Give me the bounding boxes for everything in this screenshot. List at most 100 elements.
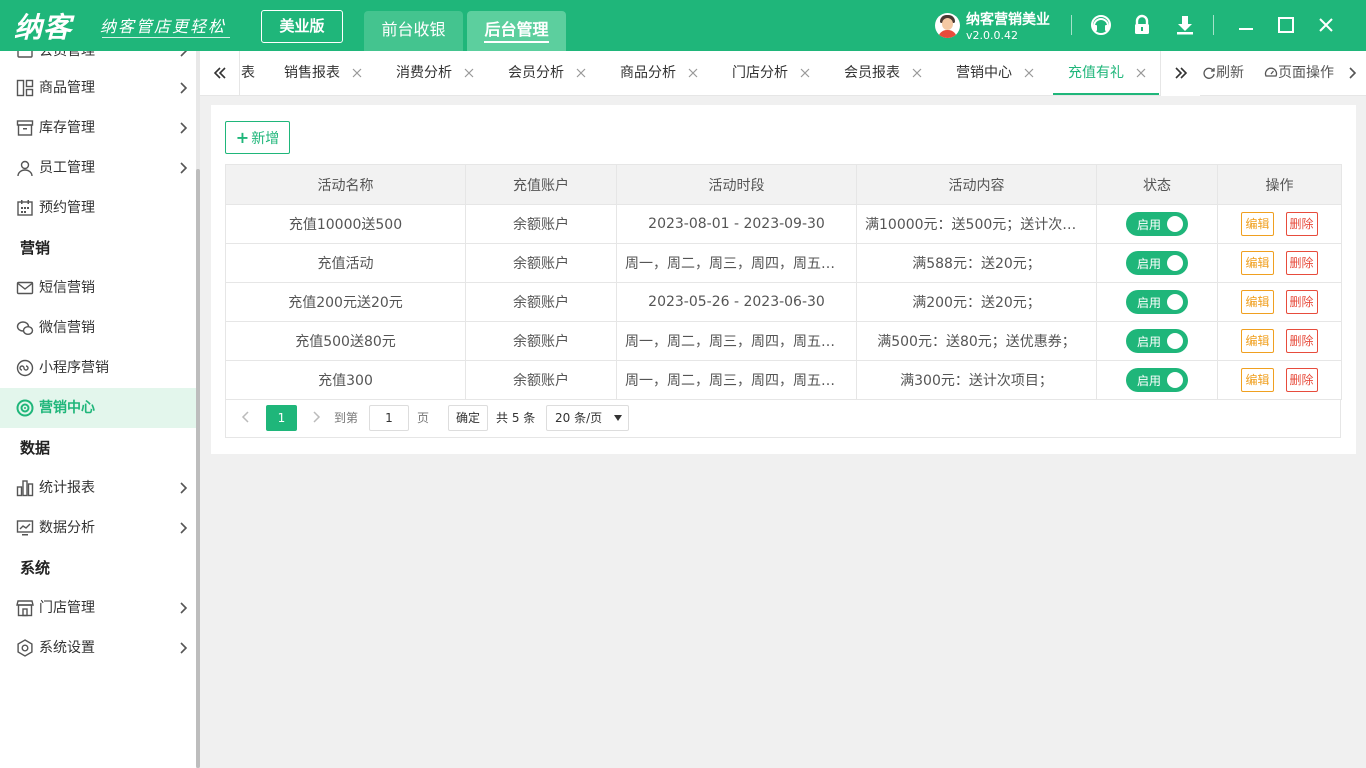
- sidebar-item-data-analysis[interactable]: 数据分析: [0, 508, 196, 548]
- actions-cell: 编辑 删除: [1217, 282, 1342, 322]
- settings-icon: [17, 639, 33, 657]
- status-cell: 启用: [1096, 282, 1218, 322]
- next-page-icon[interactable]: [308, 409, 324, 425]
- edit-button[interactable]: 编辑: [1241, 368, 1274, 392]
- tab-marketing-center[interactable]: 营销中心: [956, 51, 1034, 95]
- sidebar-item-label: 营销中心: [39, 400, 95, 416]
- edit-button[interactable]: 编辑: [1241, 251, 1274, 275]
- status-label: 启用: [1137, 296, 1162, 310]
- sidebar-item-label: 统计报表: [39, 480, 95, 496]
- tabs-scroll-left-button[interactable]: [200, 51, 240, 96]
- sidebar-section-system: 系统: [20, 559, 51, 577]
- nav-tab-front-cashier[interactable]: 前台收银: [364, 11, 463, 51]
- user-name[interactable]: 纳客营销美业: [966, 9, 1050, 29]
- page-tabs: 表 销售报表 消费分析 会员分析 商品分析 门店分析 会员报表 营销中心 充值有…: [200, 51, 1366, 96]
- recharge-account: 余额账户: [465, 360, 617, 400]
- download-icon[interactable]: [1174, 14, 1196, 36]
- nav-tab-backend[interactable]: 后台管理: [467, 11, 566, 51]
- status-toggle[interactable]: 启用: [1126, 212, 1188, 236]
- sidebar-item-wechat-marketing[interactable]: 微信营销: [0, 308, 196, 348]
- status-toggle[interactable]: 启用: [1126, 290, 1188, 314]
- close-tab-icon[interactable]: [1135, 67, 1147, 79]
- chevron-right-icon: [180, 122, 188, 134]
- add-button[interactable]: + 新增: [225, 121, 290, 154]
- toggle-knob: [1167, 333, 1183, 349]
- delete-button[interactable]: 删除: [1285, 368, 1318, 392]
- close-tab-icon[interactable]: [687, 67, 699, 79]
- table-row: 充值300 余额账户 周一，周二，周三，周四，周五，周六，周日 满300元：送计…: [225, 360, 1342, 400]
- sidebar-item-staff[interactable]: 员工管理: [0, 148, 196, 188]
- close-tab-icon[interactable]: [575, 67, 587, 79]
- sidebar-item-label: 员工管理: [39, 160, 95, 176]
- tab-store-analysis[interactable]: 门店分析: [732, 51, 810, 95]
- tab-member-report[interactable]: 会员报表: [844, 51, 922, 95]
- sidebar-item-stores[interactable]: 门店管理: [0, 588, 196, 628]
- activity-name: 充值活动: [225, 243, 466, 283]
- tab-member-analysis[interactable]: 会员分析: [508, 51, 586, 95]
- delete-button[interactable]: 删除: [1285, 212, 1318, 236]
- current-page-button[interactable]: 1: [266, 405, 297, 431]
- actions-cell: 编辑 删除: [1217, 243, 1342, 283]
- maximize-icon[interactable]: [1275, 14, 1297, 36]
- status-label: 启用: [1137, 218, 1162, 232]
- close-tab-icon[interactable]: [351, 67, 363, 79]
- tab-sales-report[interactable]: 销售报表: [284, 51, 362, 95]
- nav-tab-label: 前台收银: [381, 20, 446, 39]
- page-size-select[interactable]: 20 条/页: [546, 405, 629, 431]
- edit-button[interactable]: 编辑: [1241, 212, 1274, 236]
- sidebar-scrollbar[interactable]: [196, 51, 200, 768]
- goto-confirm-button[interactable]: 确定: [448, 405, 488, 431]
- sidebar-item-appointments[interactable]: 预约管理: [0, 188, 196, 228]
- chevron-right-icon: [180, 642, 188, 654]
- scrollbar-thumb[interactable]: [196, 169, 200, 768]
- sidebar-item-goods[interactable]: 商品管理: [0, 68, 196, 108]
- sidebar-item-label: 微信营销: [39, 320, 95, 336]
- sidebar-item-settings[interactable]: 系统设置: [0, 628, 196, 668]
- tabs-scroll-right-button[interactable]: [1160, 51, 1200, 96]
- page-operations-button[interactable]: 页面操作: [1264, 51, 1334, 96]
- status-toggle[interactable]: 启用: [1126, 368, 1188, 392]
- prev-page-icon[interactable]: [238, 409, 254, 425]
- toggle-knob: [1167, 372, 1183, 388]
- chevron-right-icon[interactable]: [1346, 66, 1360, 80]
- close-tab-icon[interactable]: [463, 67, 475, 79]
- content-panel: + 新增 活动名称 充值账户 活动时段 活动内容 状态 操作 充值10000送50…: [211, 105, 1356, 454]
- tab-recharge-gift[interactable]: 充值有礼: [1053, 51, 1159, 95]
- avatar[interactable]: [935, 13, 960, 38]
- sidebar-item-reports[interactable]: 统计报表: [0, 468, 196, 508]
- edit-button[interactable]: 编辑: [1241, 329, 1274, 353]
- close-tab-icon[interactable]: [911, 67, 923, 79]
- tab-partial[interactable]: 表: [241, 51, 255, 95]
- refresh-button[interactable]: 刷新: [1202, 51, 1244, 96]
- close-icon[interactable]: [1315, 14, 1337, 36]
- sidebar-item-sms-marketing[interactable]: 短信营销: [0, 268, 196, 308]
- delete-button[interactable]: 删除: [1285, 251, 1318, 275]
- edit-button[interactable]: 编辑: [1241, 290, 1274, 314]
- close-tab-icon[interactable]: [799, 67, 811, 79]
- tab-label: 门店分析: [732, 65, 788, 81]
- close-tab-icon[interactable]: [1023, 67, 1035, 79]
- sidebar-item-inventory[interactable]: 库存管理: [0, 108, 196, 148]
- sidebar-item-marketing-center[interactable]: 营销中心: [0, 388, 196, 428]
- minimize-icon[interactable]: [1235, 14, 1257, 36]
- status-toggle[interactable]: 启用: [1126, 329, 1188, 353]
- delete-button[interactable]: 删除: [1285, 329, 1318, 353]
- sidebar-item-label: 库存管理: [39, 120, 95, 136]
- lock-icon[interactable]: [1131, 14, 1153, 36]
- delete-button[interactable]: 删除: [1285, 290, 1318, 314]
- tab-goods-analysis[interactable]: 商品分析: [620, 51, 698, 95]
- status-toggle[interactable]: 启用: [1126, 251, 1188, 275]
- divider: [1071, 15, 1072, 35]
- tab-consumption-analysis[interactable]: 消费分析: [396, 51, 474, 95]
- edition-button[interactable]: 美业版: [261, 10, 343, 43]
- sidebar-item-miniprogram-marketing[interactable]: 小程序营销: [0, 348, 196, 388]
- headset-icon[interactable]: [1090, 14, 1112, 36]
- target-icon: [16, 399, 34, 417]
- column-header: 操作: [1217, 164, 1342, 205]
- chevron-right-icon: [180, 482, 188, 494]
- goto-page-input[interactable]: [369, 405, 409, 431]
- activity-period: 2023-08-01 - 2023-09-30: [616, 204, 857, 244]
- add-button-label: 新增: [251, 131, 280, 147]
- refresh-icon: [1203, 67, 1215, 79]
- column-header: 活动时段: [616, 164, 857, 205]
